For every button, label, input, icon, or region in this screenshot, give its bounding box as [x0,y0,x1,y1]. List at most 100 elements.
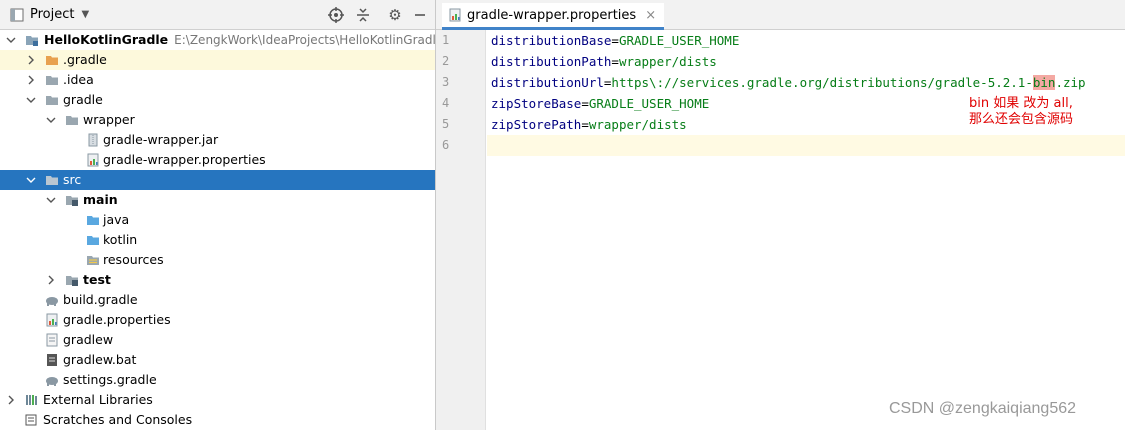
chevron-right-icon[interactable] [25,54,37,66]
tree-item-label: gradle-wrapper.properties [103,152,266,167]
chevron-right-icon[interactable] [5,394,17,406]
tree-item-wrapper[interactable]: wrapper [0,110,435,130]
chevron-right-icon[interactable] [25,74,37,86]
code-area[interactable]: distributionBase=GRADLE_USER_HOME distri… [487,30,1125,430]
tree-item-label: build.gradle [63,292,138,307]
folder-icon [45,73,59,87]
close-icon[interactable]: × [645,8,656,23]
module-folder-icon [25,33,39,47]
tree-item-label: test [83,272,111,287]
line-number-gutter: 1 2 3 4 5 6 [436,30,486,430]
tree-item-label: wrapper [83,112,135,127]
libraries-icon [25,393,39,407]
orange-folder-icon [45,53,59,67]
editor-tab-bar: gradle-wrapper.properties × [436,0,1125,30]
tree-item-resources[interactable]: resources [0,250,435,270]
blue-folder-icon [86,213,100,227]
property-key: distributionUrl [491,75,604,90]
properties-file-icon [449,8,461,22]
highlighted-text: bin [1032,75,1056,90]
property-key: distributionBase [491,33,612,48]
tree-item-gradlew[interactable]: gradlew [0,330,435,350]
line-number: 2 [442,54,450,68]
chevron-right-icon[interactable] [45,274,57,286]
project-icon [10,8,24,21]
project-tree: HelloKotlinGradle E:\ZengkWork\IdeaProjec… [0,30,443,430]
tree-item-label: .gradle [63,52,107,67]
tab-gradle-wrapper-properties[interactable]: gradle-wrapper.properties × [442,3,665,30]
tree-item-label: HelloKotlinGradle [44,32,169,47]
locate-target-icon[interactable] [327,6,345,24]
current-line[interactable] [487,135,1125,156]
tree-item-label: src [63,172,82,187]
tree-item-hellokotlingradle[interactable]: HelloKotlinGradle E:\ZengkWork\IdeaProjec… [0,30,443,50]
property-value: GRADLE_USER_HOME [618,33,740,48]
property-value: wrapper/dists [618,54,717,69]
tree-item-label: gradlew.bat [63,352,137,367]
tree-item-gradle-properties[interactable]: gradle.properties [0,310,435,330]
tree-item-label: kotlin [103,232,138,247]
code-line[interactable]: distributionBase=GRADLE_USER_HOME [487,30,1125,51]
code-line[interactable]: distributionUrl=https\://services.gradle… [487,72,1125,93]
tree-item-label: main [83,192,118,207]
chevron-down-icon[interactable] [45,194,57,206]
source-folder-icon [65,193,79,207]
bat-file-icon [45,353,59,367]
project-path: E:\ZengkWork\IdeaProjects\HelloKotlinGra… [174,33,444,47]
project-panel-header: Project ▼ ⚙ [0,0,435,30]
tab-label: gradle-wrapper.properties [467,7,637,23]
tree-item-java[interactable]: java [0,210,435,230]
line-number: 5 [442,117,450,131]
tree-item-main[interactable]: main [0,190,435,210]
project-view-selector[interactable]: Project ▼ [10,7,89,22]
property-key: zipStorePath [491,117,582,132]
jar-file-icon [86,133,100,147]
tree-item-label: gradle-wrapper.jar [103,132,219,147]
property-value: wrapper/dists [588,117,687,132]
property-value: GRADLE_USER_HOME [588,96,710,111]
tree-item-kotlin[interactable]: kotlin [0,230,435,250]
project-panel-title: Project [30,7,75,22]
red-annotation-note: bin 如果 改为 all, 那么还会包含源码 [969,96,1074,127]
chevron-down-icon[interactable] [45,114,57,126]
line-number: 6 [442,138,450,152]
chevron-down-icon[interactable] [5,34,17,46]
tree-item-gradle-wrapper-jar[interactable]: gradle-wrapper.jar [0,130,435,150]
tree-item-build-gradle[interactable]: build.gradle [0,290,435,310]
line-number: 1 [442,33,450,47]
tree-item-gradle-wrapper-properties[interactable]: gradle-wrapper.properties [0,150,435,170]
gear-icon[interactable]: ⚙ [386,6,404,24]
tree-item-dot-gradle[interactable]: .gradle [0,50,435,70]
blue-folder-icon [86,233,100,247]
property-key: distributionPath [491,54,612,69]
tree-item-idea[interactable]: .idea [0,70,435,90]
code-line[interactable]: distributionPath=wrapper/dists [487,51,1125,72]
tree-item-label: gradle.properties [63,312,171,327]
property-key: zipStoreBase [491,96,582,111]
tree-item-label: .idea [63,72,94,87]
tree-item-gradlew-bat[interactable]: gradlew.bat [0,350,435,370]
folder-icon [45,93,59,107]
tree-item-src[interactable]: src [0,170,435,190]
scratches-icon [25,413,39,427]
watermark: CSDN @zengkaiqiang562 [889,400,1077,417]
chevron-down-icon[interactable] [25,94,37,106]
tree-item-settings-gradle[interactable]: settings.gradle [0,370,435,390]
tree-item-gradle[interactable]: gradle [0,90,435,110]
collapse-all-icon[interactable] [354,6,372,24]
resources-folder-icon [86,253,100,267]
folder-icon [65,113,79,127]
tree-item-label: settings.gradle [63,372,157,387]
line-number: 3 [442,75,450,89]
chevron-down-icon[interactable]: ▼ [81,9,89,20]
tree-item-label: java [103,212,130,227]
editor-pane: gradle-wrapper.properties × 1 2 3 4 5 6 … [436,0,1125,430]
hide-panel-icon[interactable] [411,6,429,24]
tree-item-test[interactable]: test [0,270,435,290]
tree-item-external-libraries[interactable]: External Libraries [0,390,435,410]
source-folder-icon [65,273,79,287]
gradle-elephant-icon [45,373,59,387]
chevron-down-icon[interactable] [25,174,37,186]
tree-item-scratches-and-consoles[interactable]: Scratches and Consoles [0,410,435,430]
project-tool-window: Project ▼ ⚙ HelloKotlinGradle E:\ZengkWor… [0,0,443,430]
